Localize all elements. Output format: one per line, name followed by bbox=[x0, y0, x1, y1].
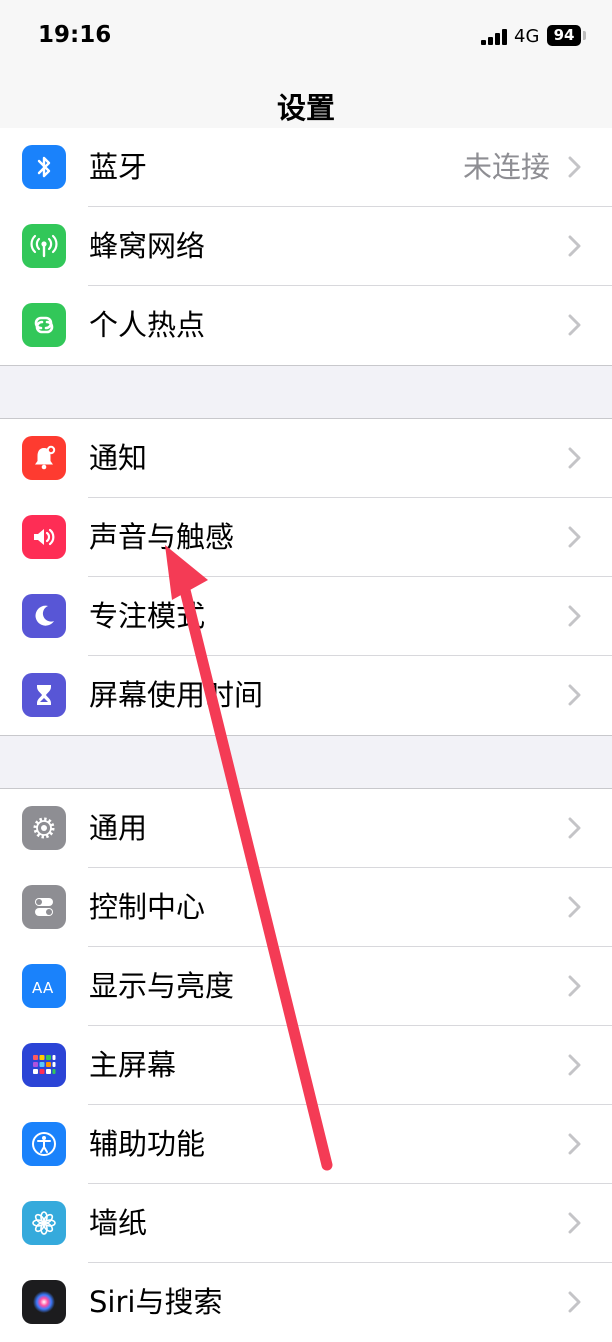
settings-row[interactable]: 通用 bbox=[0, 789, 612, 868]
gear-icon bbox=[22, 806, 66, 850]
chevron-right-icon bbox=[568, 1054, 581, 1076]
settings-group-general: 通用控制中心 A A 显示与亮度主屏幕辅助功能墙纸 Siri与搜索 bbox=[0, 788, 612, 1342]
settings-row-label: 蓝牙 bbox=[89, 150, 148, 184]
settings-row[interactable]: 辅助功能 bbox=[0, 1105, 612, 1184]
chevron-right-icon bbox=[568, 896, 581, 918]
settings-row[interactable]: 蜂窝网络 bbox=[0, 207, 612, 286]
settings-row[interactable]: 墙纸 bbox=[0, 1184, 612, 1263]
settings-row[interactable]: 通知 bbox=[0, 419, 612, 498]
settings-row[interactable]: 声音与触感 bbox=[0, 498, 612, 577]
settings-row[interactable]: Siri与搜索 bbox=[0, 1263, 612, 1342]
settings-row-label: 屏幕使用时间 bbox=[89, 678, 264, 712]
chevron-right-icon bbox=[568, 605, 581, 627]
hotspot-link-icon bbox=[22, 303, 66, 347]
settings-row-label: 蜂窝网络 bbox=[89, 229, 206, 263]
settings-row[interactable]: 个人热点 bbox=[0, 286, 612, 365]
chevron-right-icon bbox=[568, 235, 581, 257]
notification-bell-icon bbox=[22, 436, 66, 480]
chevron-right-icon bbox=[568, 1212, 581, 1234]
accessibility-person-icon bbox=[22, 1122, 66, 1166]
battery-tip bbox=[583, 31, 586, 40]
chevron-right-icon bbox=[568, 447, 581, 469]
chevron-right-icon bbox=[568, 1291, 581, 1313]
home-screen-grid-icon bbox=[22, 1043, 66, 1087]
chevron-right-icon bbox=[568, 1133, 581, 1155]
flower-icon bbox=[22, 1201, 66, 1245]
settings-row-label: 墙纸 bbox=[89, 1206, 148, 1240]
speaker-icon bbox=[22, 515, 66, 559]
text-size-aa-icon: AA bbox=[22, 964, 66, 1008]
network-type: 4G bbox=[514, 26, 540, 47]
toggle-switches-icon bbox=[22, 885, 66, 929]
settings-row-label: 主屏幕 bbox=[89, 1048, 177, 1082]
svg-text:A: A bbox=[32, 979, 43, 997]
settings-row-label: 个人热点 bbox=[89, 308, 206, 342]
page-title: 设置 bbox=[276, 91, 335, 125]
status-bar: 19:16 4G 94 bbox=[0, 0, 612, 70]
settings-group-notifications: 通知声音与触感专注模式屏幕使用时间 bbox=[0, 418, 612, 736]
chevron-right-icon bbox=[568, 156, 581, 178]
chevron-right-icon bbox=[568, 526, 581, 548]
settings-row[interactable]: 控制中心 bbox=[0, 868, 612, 947]
chevron-right-icon bbox=[568, 975, 581, 997]
battery-icon: 94 bbox=[547, 25, 581, 46]
chevron-right-icon bbox=[568, 314, 581, 336]
chevron-right-icon bbox=[568, 684, 581, 706]
settings-row-label: 声音与触感 bbox=[89, 520, 235, 554]
settings-row[interactable]: 屏幕使用时间 bbox=[0, 656, 612, 735]
bluetooth-icon bbox=[22, 145, 66, 189]
settings-row-label: 辅助功能 bbox=[89, 1127, 206, 1161]
settings-row-label: 专注模式 bbox=[89, 599, 206, 633]
settings-row-value: 未连接 bbox=[462, 150, 550, 184]
siri-orb-icon bbox=[22, 1280, 66, 1324]
svg-text:A: A bbox=[43, 979, 54, 997]
settings-group-connectivity: 蓝牙 未连接蜂窝网络个人热点 bbox=[0, 128, 612, 366]
settings-row[interactable]: 主屏幕 bbox=[0, 1026, 612, 1105]
settings-row[interactable]: A A 显示与亮度 bbox=[0, 947, 612, 1026]
cellular-antenna-icon bbox=[22, 224, 66, 268]
settings-row-label: 显示与亮度 bbox=[89, 969, 235, 1003]
chevron-right-icon bbox=[568, 817, 581, 839]
settings-row-label: 通用 bbox=[89, 811, 148, 845]
moon-icon bbox=[22, 594, 66, 638]
status-time: 19:16 bbox=[38, 22, 112, 48]
settings-row[interactable]: 蓝牙 未连接 bbox=[0, 128, 612, 207]
cellular-signal-icon bbox=[481, 29, 507, 45]
hourglass-icon bbox=[22, 673, 66, 717]
settings-row-label: Siri与搜索 bbox=[89, 1285, 223, 1319]
settings-row[interactable]: 专注模式 bbox=[0, 577, 612, 656]
settings-row-label: 控制中心 bbox=[89, 890, 206, 924]
settings-row-label: 通知 bbox=[89, 441, 148, 475]
